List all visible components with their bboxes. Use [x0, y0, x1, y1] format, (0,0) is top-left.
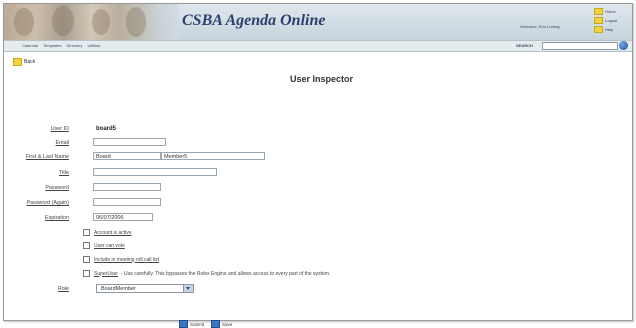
user-id-label: User ID	[50, 126, 69, 132]
superuser-checkbox[interactable]	[83, 270, 90, 277]
rollcall-checkbox-label[interactable]: Include in meeting roll call list	[94, 257, 159, 263]
last-name-field[interactable]: Member5	[161, 152, 265, 160]
home-link[interactable]: Home	[594, 8, 624, 15]
search-input[interactable]	[542, 42, 618, 50]
role-label[interactable]: Role	[58, 286, 69, 292]
active-checkbox[interactable]	[83, 229, 90, 236]
nav-item-utilities[interactable]: Utilities	[87, 43, 100, 48]
title-label[interactable]: Title	[59, 170, 69, 176]
home-icon	[594, 8, 603, 15]
email-label[interactable]: Email	[56, 140, 69, 146]
save-button[interactable]: Save	[211, 320, 232, 328]
active-checkbox-row[interactable]: Account is active	[83, 229, 132, 236]
password-again-label[interactable]: Password (Again)	[26, 200, 69, 206]
submit-icon	[179, 320, 188, 328]
corner-links: Home Logout Help	[594, 8, 624, 35]
nav-item-templates[interactable]: Templates	[43, 43, 61, 48]
expiration-label[interactable]: Expiration	[45, 215, 69, 221]
password-label[interactable]: Password	[45, 185, 69, 191]
welcome-text: Welcome, Erin Ludwig	[520, 24, 560, 29]
header-banner: CSBA Agenda Online Welcome, Erin Ludwig …	[4, 4, 632, 40]
superuser-checkbox-row[interactable]: SuperUser - Use carefully. This bypasses…	[83, 270, 330, 277]
name-label[interactable]: First & Last Name	[26, 154, 69, 160]
help-icon	[594, 26, 603, 33]
back-button[interactable]: Back	[13, 58, 35, 66]
expiration-field[interactable]: 06/07/2006	[93, 213, 153, 221]
nav-bar: Calendar Templates Directory Utilities S…	[4, 40, 632, 52]
help-link[interactable]: Help	[594, 26, 624, 33]
save-icon	[211, 320, 221, 328]
title-field[interactable]	[93, 168, 217, 176]
app-title: CSBA Agenda Online	[182, 12, 326, 29]
superuser-note: - Use carefully. This bypasses the Roles…	[120, 270, 331, 277]
nav-item-directory[interactable]: Directory	[66, 43, 82, 48]
password-field[interactable]	[93, 183, 161, 191]
form-buttons: Submit Save	[179, 320, 232, 328]
role-select[interactable]: BoardMember	[96, 284, 194, 293]
active-checkbox-label[interactable]: Account is active	[94, 230, 132, 236]
vote-checkbox[interactable]	[83, 242, 90, 249]
password-again-field[interactable]	[93, 198, 161, 206]
header-photo-strip	[4, 4, 179, 40]
rollcall-checkbox-row[interactable]: Include in meeting roll call list	[83, 256, 159, 263]
superuser-checkbox-label[interactable]: SuperUser	[94, 271, 118, 277]
chevron-down-icon[interactable]	[183, 285, 193, 292]
role-select-value: BoardMember	[101, 286, 136, 292]
rollcall-checkbox[interactable]	[83, 256, 90, 263]
first-name-field[interactable]: Board	[93, 152, 161, 160]
nav-item-calendar[interactable]: Calendar	[22, 43, 38, 48]
vote-checkbox-row[interactable]: User can vote	[83, 242, 125, 249]
vote-checkbox-label[interactable]: User can vote	[94, 243, 125, 249]
submit-button[interactable]: Submit	[179, 320, 204, 328]
page-title: User Inspector	[290, 74, 354, 84]
logout-icon	[594, 17, 603, 24]
logout-link[interactable]: Logout	[594, 17, 624, 24]
search-label: SEARCH	[516, 43, 533, 48]
email-field[interactable]	[93, 138, 166, 146]
search-go-icon[interactable]	[619, 41, 628, 50]
back-icon	[13, 58, 22, 66]
user-id-value: board5	[96, 126, 117, 132]
app-window: CSBA Agenda Online Welcome, Erin Ludwig …	[3, 3, 633, 328]
